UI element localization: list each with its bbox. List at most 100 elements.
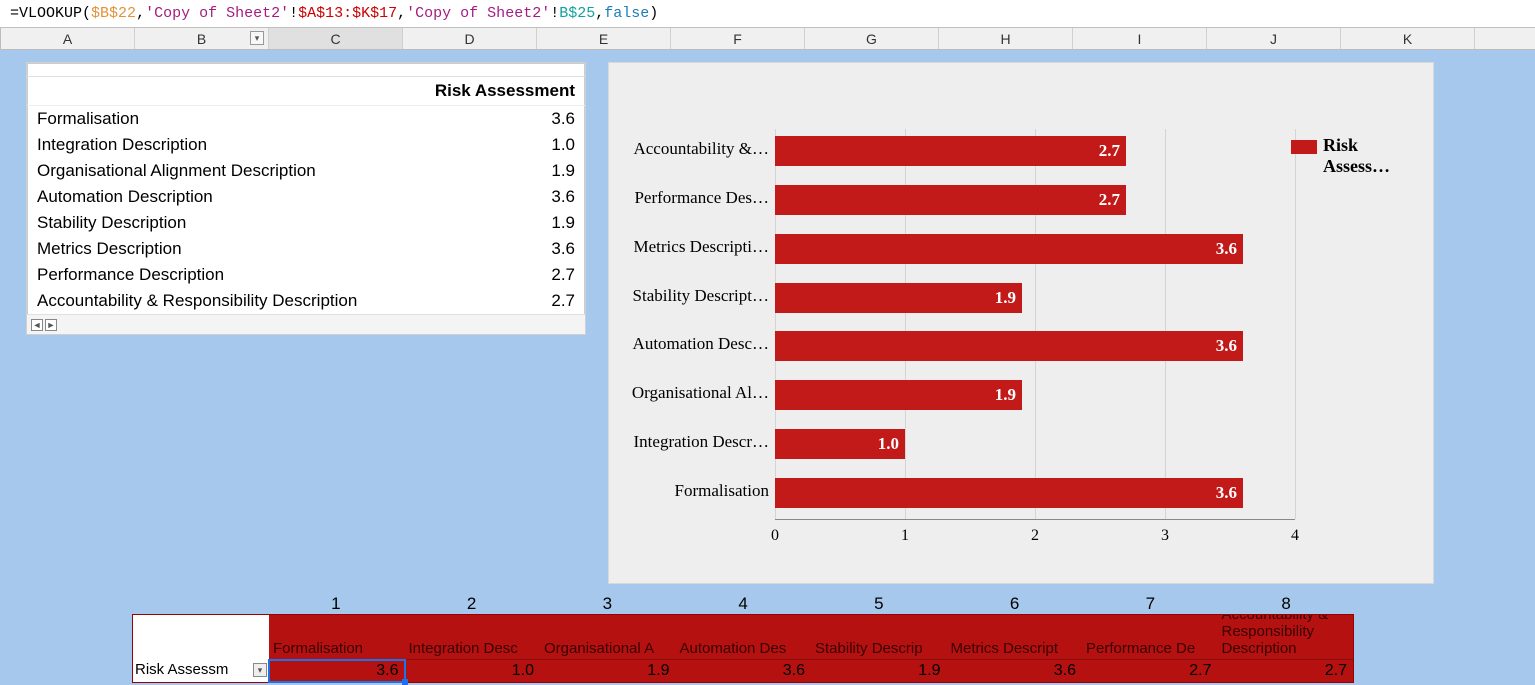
bottom-data-column: Accountability & Responsibility Descript…: [1218, 615, 1354, 682]
card-row-value: 3.6: [551, 239, 575, 259]
chart-x-tick: 0: [755, 527, 795, 545]
bottom-data-column: Metrics Descript3.6: [947, 615, 1083, 682]
card-row: Stability Description 1.9: [27, 210, 585, 236]
column-header-I[interactable]: I: [1073, 28, 1207, 49]
bottom-col-label: Performance De: [1082, 615, 1218, 660]
formula-ref2: $A$13:$K$17: [298, 5, 397, 22]
scroll-left-icon[interactable]: ◄: [31, 319, 43, 331]
bottom-data-column: Organisational A1.9: [540, 615, 676, 682]
card-row-label: Stability Description: [37, 213, 186, 233]
bottom-col-value[interactable]: 3.6: [269, 660, 405, 682]
column-header-A[interactable]: A: [1, 28, 135, 49]
column-headers: AB▾CDEFGHIJK: [0, 28, 1535, 50]
bottom-data-column: Formalisation3.6: [269, 615, 405, 682]
dropdown-icon[interactable]: ▾: [253, 663, 267, 677]
legend-text1: Risk: [1323, 135, 1358, 155]
formula-kw: false: [604, 5, 649, 22]
card-row-value: 3.6: [551, 187, 575, 207]
card-row: Automation Description3.6: [27, 184, 585, 210]
column-header-B[interactable]: B▾: [135, 28, 269, 49]
card-footer: ◄►: [27, 314, 585, 334]
bottom-col-number: 2: [404, 594, 540, 614]
formula-eq: =: [10, 5, 19, 22]
bottom-col-value[interactable]: 2.7: [1082, 660, 1218, 682]
bottom-col-label: Accountability & Responsibility Descript…: [1218, 615, 1354, 660]
chart-x-tick: 2: [1015, 527, 1055, 545]
legend-text2: Assess…: [1323, 156, 1411, 177]
chart-x-tick: 4: [1275, 527, 1315, 545]
card-row-label: Integration Description: [37, 135, 207, 155]
bottom-row-header: Risk Assessm ▾: [133, 615, 269, 682]
bottom-col-label: Organisational A: [540, 615, 676, 660]
bottom-col-number: 4: [675, 594, 811, 614]
bottom-col-number: 6: [947, 594, 1083, 614]
chart-y-label: Accountability &…: [609, 139, 769, 159]
chart-y-label: Automation Desc…: [609, 334, 769, 354]
card-row-label: Metrics Description: [37, 239, 182, 259]
card-row-label: Formalisation: [37, 109, 139, 129]
bottom-table: Risk Assessm ▾ Formalisation3.6Integrati…: [132, 614, 1354, 683]
bottom-col-value[interactable]: 3.6: [676, 660, 812, 682]
bottom-col-value[interactable]: 2.7: [1218, 660, 1354, 682]
formula-c3: ,: [595, 5, 604, 22]
formula-c1: ,: [136, 5, 145, 22]
card-blank-header: [27, 63, 585, 77]
card-row-label: Organisational Alignment Description: [37, 161, 316, 181]
card-row: Integration Description1.0: [27, 132, 585, 158]
formula-bang1: !: [289, 5, 298, 22]
column-header-C[interactable]: C: [269, 28, 403, 49]
formula-sheet2: 'Copy of Sheet2': [406, 5, 550, 22]
legend-swatch-icon: [1291, 140, 1317, 154]
bottom-table-wrap: 12345678 Risk Assessm ▾ Formalisation3.6…: [132, 594, 1354, 683]
bottom-col-value[interactable]: 3.6: [947, 660, 1083, 682]
chart-bar: 3.6: [775, 478, 1243, 508]
bottom-col-number: 5: [811, 594, 947, 614]
chart-y-label: Organisational Al…: [609, 383, 769, 403]
column-dropdown-icon[interactable]: ▾: [250, 31, 264, 45]
card-row: Accountability & Responsibility Descript…: [27, 288, 585, 314]
column-header-H[interactable]: H: [939, 28, 1073, 49]
column-header-G[interactable]: G: [805, 28, 939, 49]
card-row-value: 2.7: [551, 265, 575, 285]
bottom-col-number: 8: [1218, 594, 1354, 614]
column-header-D[interactable]: D: [403, 28, 537, 49]
formula-bar[interactable]: =VLOOKUP($B$22,'Copy of Sheet2'!$A$13:$K…: [0, 0, 1535, 28]
card-row: Performance Description2.7: [27, 262, 585, 288]
chart-legend: Risk Assess…: [1291, 135, 1411, 177]
card-row-value: 1.9: [551, 213, 575, 233]
card-row-value: 2.7: [551, 291, 575, 311]
chart-y-label: Formalisation: [609, 481, 769, 501]
card-row: Metrics Description 3.6: [27, 236, 585, 262]
chart-bar: 2.7: [775, 136, 1126, 166]
column-header-K[interactable]: K: [1341, 28, 1475, 49]
chart-x-tick: 1: [885, 527, 925, 545]
column-header-F[interactable]: F: [671, 28, 805, 49]
bottom-data-column: Performance De2.7: [1082, 615, 1218, 682]
chart-bar: 1.9: [775, 283, 1022, 313]
chart-y-label: Integration Descr…: [609, 432, 769, 452]
bottom-col-value[interactable]: 1.0: [405, 660, 541, 682]
bottom-col-value[interactable]: 1.9: [811, 660, 947, 682]
formula-ref3: B$25: [559, 5, 595, 22]
bottom-column-numbers: 12345678: [268, 594, 1354, 614]
formula-bang2: !: [550, 5, 559, 22]
chart-bar: 3.6: [775, 331, 1243, 361]
sheet-area[interactable]: Risk Assessment Formalisation3.6Integrat…: [0, 50, 1535, 674]
card-row: Formalisation 3.6: [27, 106, 585, 132]
chart-gridline: [1165, 129, 1166, 519]
formula-sheet1: 'Copy of Sheet2': [145, 5, 289, 22]
card-row-value: 3.6: [551, 109, 575, 129]
card-body: Formalisation3.6Integration Description1…: [27, 106, 585, 314]
bottom-col-value[interactable]: 1.9: [540, 660, 676, 682]
chart-gridline: [1295, 129, 1296, 519]
bottom-col-number: 7: [1083, 594, 1219, 614]
bottom-col-label: Metrics Descript: [947, 615, 1083, 660]
chart-y-label: Stability Descript…: [609, 286, 769, 306]
bottom-col-label: Formalisation: [269, 615, 405, 660]
bottom-data-column: Integration Desc1.0: [405, 615, 541, 682]
column-header-J[interactable]: J: [1207, 28, 1341, 49]
bottom-rowhead-label[interactable]: Risk Assessm ▾: [133, 660, 269, 682]
risk-card: Risk Assessment Formalisation3.6Integrat…: [26, 62, 586, 335]
column-header-E[interactable]: E: [537, 28, 671, 49]
scroll-right-icon[interactable]: ►: [45, 319, 57, 331]
